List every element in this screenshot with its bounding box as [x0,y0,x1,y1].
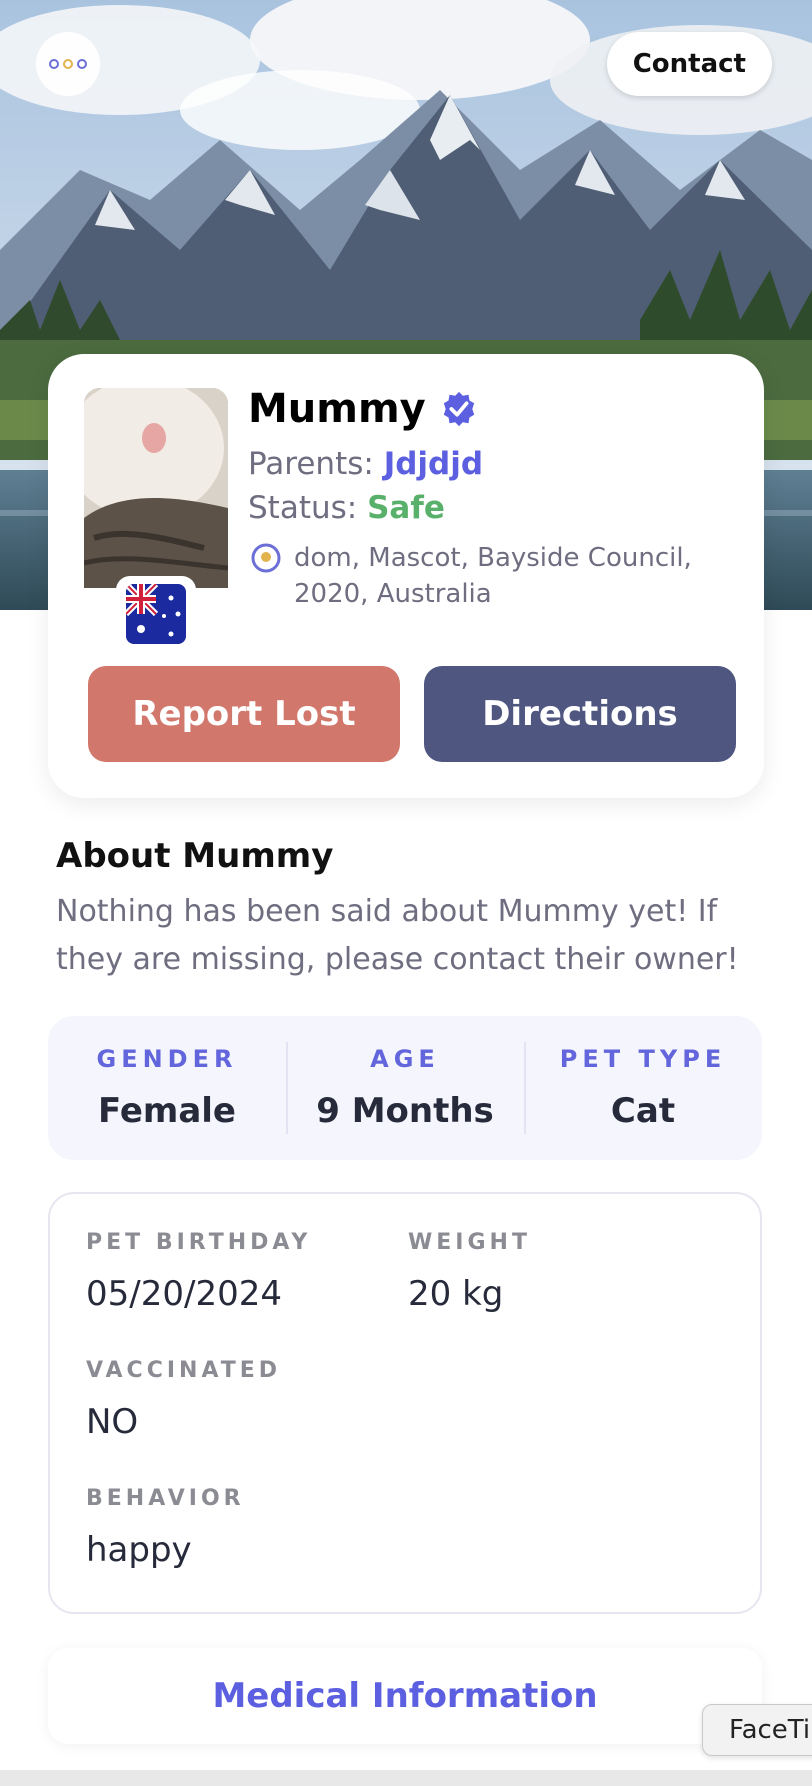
contact-button[interactable]: Contact [606,32,772,96]
directions-button[interactable]: Directions [424,666,736,762]
birthday-value: 05/20/2024 [86,1274,282,1314]
location-pin-icon [251,543,281,573]
vaccinated-label: VACCINATED [86,1358,282,1383]
stat-gender: GENDER Female [48,1016,286,1160]
stat-age: AGE 9 Months [286,1016,524,1160]
pet-photo [84,388,228,588]
bottom-bar [0,1770,812,1786]
australia-flag-icon [126,584,186,644]
stats-panel: GENDER Female AGE 9 Months PET TYPE Cat [48,1016,762,1160]
parents-link[interactable]: Jdjdjd [384,446,483,482]
birthday-label: PET BIRTHDAY [86,1230,312,1255]
stat-label: AGE [370,1045,440,1073]
pet-profile-card: Mummy Parents: Jdjdjd Status: Safe dom, … [48,354,764,798]
parents-label: Parents: [248,446,374,482]
stat-pet-type: PET TYPE Cat [524,1016,762,1160]
medical-information-button[interactable]: Medical Information [48,1648,762,1744]
verified-check-icon [443,391,474,427]
facetime-tooltip: FaceTi [702,1704,812,1756]
behavior-label: BEHAVIOR [86,1486,245,1511]
stat-label: GENDER [96,1045,238,1073]
status-label: Status: [248,490,358,526]
menu-dot-icon [49,59,59,69]
location-text: dom, Mascot, Bayside Council, 2020, Aust… [294,543,692,609]
menu-button[interactable] [36,32,100,96]
weight-value: 20 kg [408,1274,504,1314]
location-row: dom, Mascot, Bayside Council, 2020, Aust… [250,540,710,612]
vaccinated-value: NO [86,1402,139,1442]
about-text: Nothing has been said about Mummy yet! I… [56,894,739,977]
menu-dot-icon [77,59,87,69]
pet-name: Mummy [248,386,426,432]
stat-value: Cat [610,1091,676,1131]
about-title: About Mummy [56,836,334,876]
report-lost-button[interactable]: Report Lost [88,666,400,762]
menu-dot-icon [63,59,73,69]
pet-name-row: Mummy [248,386,478,432]
parents-line: Parents: Jdjdjd [248,446,483,482]
country-flag [116,576,196,652]
stat-value: 9 Months [316,1091,494,1131]
status-badge: Safe [367,490,445,526]
stat-label: PET TYPE [559,1045,727,1073]
stat-value: Female [98,1091,236,1131]
status-line: Status: Safe [248,490,445,526]
behavior-value: happy [86,1530,192,1570]
pet-profile-page: Contact Mummy Parents: Jdjdjd Status: Sa… [0,0,812,1786]
details-card: PET BIRTHDAY 05/20/2024 WEIGHT 20 kg VAC… [48,1192,762,1614]
weight-label: WEIGHT [408,1230,531,1255]
